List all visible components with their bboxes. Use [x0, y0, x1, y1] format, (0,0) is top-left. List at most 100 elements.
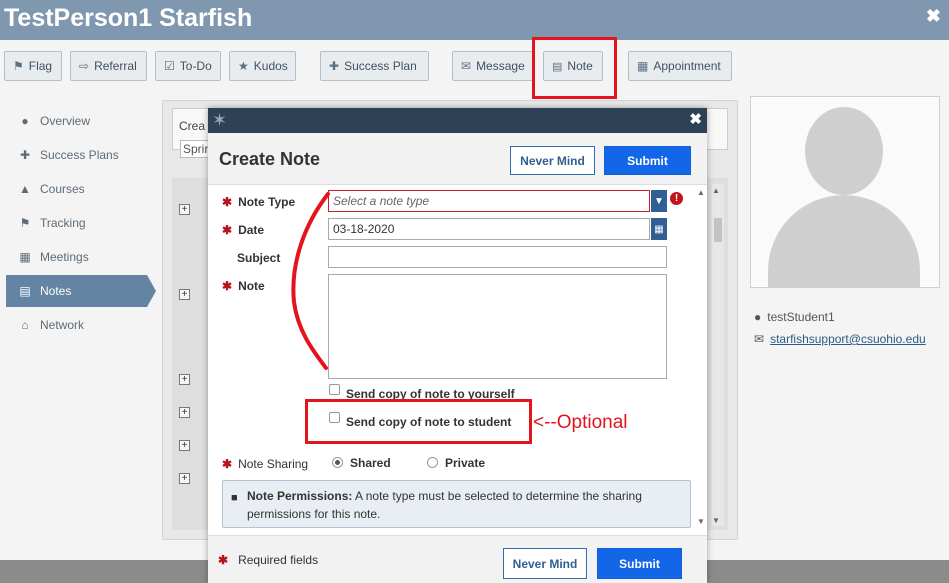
expand-icon[interactable]: +	[179, 440, 190, 451]
note-button-highlight	[532, 37, 617, 99]
flag-icon: ⚑	[13, 59, 24, 73]
window-title: TestPerson1 Starfish	[4, 4, 253, 32]
sidebar-item-label: Meetings	[40, 250, 89, 264]
required-icon: ✱	[218, 553, 229, 567]
todo-button-label: To-Do	[179, 59, 212, 73]
sidebar-item-label: Overview	[40, 114, 91, 128]
flag-button[interactable]: ⚑ Flag	[4, 51, 62, 81]
never-mind-button-bottom[interactable]: Never Mind	[503, 548, 587, 579]
flag-button-label: Flag	[28, 59, 53, 73]
student-email-link[interactable]: starfishsupport@csuohio.edu	[770, 332, 926, 346]
student-name: testStudent1	[767, 310, 835, 324]
scroll-up-icon[interactable]: ▲	[712, 186, 720, 195]
graduation-cap-icon: ▲	[19, 182, 31, 196]
sidebar-item-tracking[interactable]: ⚑ Tracking	[6, 207, 156, 239]
note-type-label: ✱ Note Type	[222, 195, 296, 209]
submit-button-top[interactable]: Submit	[604, 146, 691, 175]
dialog-close-icon[interactable]: ✖	[689, 110, 702, 128]
todo-icon: ☑	[164, 59, 175, 73]
message-button[interactable]: ✉ Message	[452, 51, 534, 81]
person-icon: ●	[754, 310, 762, 324]
required-fields-note: ✱ Required fields	[218, 553, 319, 567]
subject-input[interactable]	[328, 246, 667, 268]
submit-button-bottom[interactable]: Submit	[597, 548, 682, 579]
success-plan-icon: ✚	[19, 148, 31, 162]
sidebar-item-courses[interactable]: ▲ Courses	[6, 173, 156, 205]
copy-to-student-highlight	[305, 399, 532, 444]
kudos-button[interactable]: ★ Kudos	[229, 51, 296, 81]
todo-button[interactable]: ☑ To-Do	[155, 51, 221, 81]
success-plan-icon: ✚	[329, 59, 340, 73]
filter-label: Crea	[179, 119, 206, 133]
dialog-title: Create Note	[219, 149, 321, 169]
sidebar-item-label: Courses	[40, 182, 85, 196]
referral-icon: ⇨	[79, 59, 90, 73]
window-header: TestPerson1 Starfish ✖	[0, 0, 949, 40]
date-label: ✱ Date	[222, 223, 265, 237]
avatar-placeholder-icon	[805, 107, 883, 195]
sidebar-item-label: Notes	[40, 284, 72, 298]
sidebar-item-notes[interactable]: ▤ Notes	[6, 275, 156, 307]
copy-to-self-checkbox[interactable]	[329, 384, 340, 395]
lock-icon: ■	[231, 492, 238, 504]
required-icon: ✱	[222, 195, 233, 209]
sidebar-item-network[interactable]: ⌂ Network	[6, 309, 156, 341]
star-icon: ★	[238, 59, 249, 73]
calendar-icon[interactable]: ▦	[651, 218, 667, 240]
sidebar-item-meetings[interactable]: ▦ Meetings	[6, 241, 156, 273]
referral-button[interactable]: ⇨ Referral	[70, 51, 147, 81]
institution-icon: ⌂	[21, 318, 29, 332]
shared-radio[interactable]	[332, 457, 343, 468]
required-icon: ✱	[222, 279, 233, 293]
scroll-down-icon[interactable]: ▼	[712, 516, 720, 525]
note-permissions-info: ■ Note Permissions: A note type must be …	[222, 480, 691, 528]
message-button-label: Message	[476, 59, 525, 73]
permissions-title: Note Permissions:	[247, 489, 353, 503]
private-radio-label: Private	[445, 456, 486, 470]
create-note-dialog: ✶ ✖ Create Note Never Mind Submit ✱ Note …	[208, 108, 707, 583]
envelope-icon: ✉	[754, 332, 765, 346]
kudos-button-label: Kudos	[253, 59, 288, 73]
note-textarea[interactable]	[328, 274, 667, 379]
red-bracket-annotation	[291, 192, 330, 370]
shared-radio-label: Shared	[350, 456, 391, 470]
expand-icon[interactable]: +	[179, 289, 190, 300]
person-icon: ●	[21, 114, 29, 128]
never-mind-button-top[interactable]: Never Mind	[510, 146, 595, 175]
referral-button-label: Referral	[94, 59, 137, 73]
sidebar-item-success-plans[interactable]: ✚ Success Plans	[6, 139, 156, 171]
student-email-row: ✉ starfishsupport@csuohio.edu	[754, 332, 926, 346]
appointment-button-label: Appointment	[653, 59, 721, 73]
error-icon: !	[670, 192, 683, 205]
starfish-logo-icon: ✶	[212, 110, 228, 130]
sidebar-item-label: Network	[40, 318, 85, 332]
expand-icon[interactable]: +	[179, 407, 190, 418]
calendar-icon: ▦	[19, 250, 31, 264]
expand-icon[interactable]: +	[179, 374, 190, 385]
note-icon: ▤	[19, 284, 31, 298]
subject-label: Subject	[237, 251, 281, 265]
note-type-placeholder: Select a note type	[333, 194, 430, 208]
expand-icon[interactable]: +	[179, 204, 190, 215]
success-plan-button[interactable]: ✚ Success Plan	[320, 51, 429, 81]
required-icon: ✱	[222, 223, 233, 237]
sidebar-item-label: Tracking	[40, 216, 86, 230]
expand-icon[interactable]: +	[179, 473, 190, 484]
scroll-down-icon[interactable]: ▼	[697, 517, 705, 526]
appointment-button[interactable]: ▦ Appointment	[628, 51, 732, 81]
success-plan-button-label: Success Plan	[344, 59, 417, 73]
sidebar-item-overview[interactable]: ● Overview	[6, 105, 156, 137]
private-radio[interactable]	[427, 457, 438, 468]
flag-icon: ⚑	[19, 216, 31, 230]
scroll-up-icon[interactable]: ▲	[697, 188, 705, 197]
window-close-icon[interactable]: ✖	[926, 6, 941, 27]
chevron-down-icon[interactable]: ▼	[651, 190, 667, 212]
student-name-row: ● testStudent1	[754, 310, 835, 324]
note-type-select[interactable]: Select a note type	[328, 190, 650, 212]
sidebar-item-label: Success Plans	[40, 148, 119, 162]
optional-annotation: <--Optional	[533, 412, 628, 433]
scrollbar-thumb[interactable]	[714, 218, 722, 242]
date-input[interactable]: 03-18-2020	[328, 218, 650, 240]
calendar-icon: ▦	[637, 59, 649, 73]
note-sharing-label: ✱ Note Sharing	[222, 457, 309, 471]
